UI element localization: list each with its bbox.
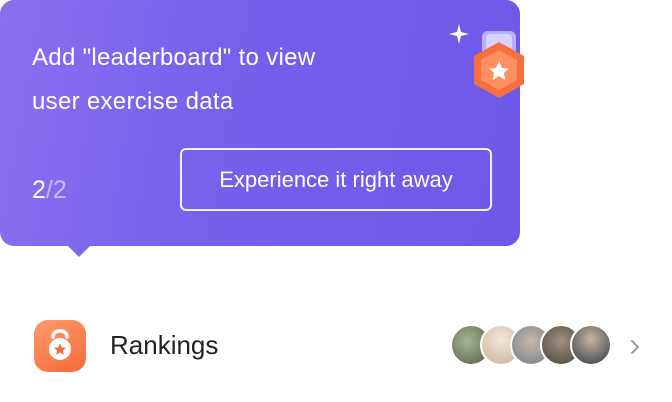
rankings-label: Rankings <box>110 330 219 360</box>
guide-tooltip: Add "leaderboard" to view user exercise … <box>0 0 524 246</box>
step-current: 2 <box>32 176 46 204</box>
rankings-row[interactable]: Rankings <box>0 300 672 396</box>
step-separator: / <box>45 176 53 204</box>
experience-button[interactable]: Experience it right away <box>180 148 492 211</box>
tooltip-message: Add "leaderboard" to view user exercise … <box>32 44 316 115</box>
avatar-group <box>450 324 620 368</box>
step-total: 2 <box>52 176 67 204</box>
medal-icon <box>449 24 524 98</box>
step-counter: 2/2 <box>32 176 67 205</box>
screen: Add "leaderboard" to view user exercise … <box>0 0 672 402</box>
tooltip-pointer <box>66 244 92 257</box>
kettlebell-icon <box>34 320 86 372</box>
avatar <box>570 324 612 366</box>
sparkle-icon <box>449 24 469 44</box>
chevron-right-icon[interactable] <box>626 334 644 360</box>
